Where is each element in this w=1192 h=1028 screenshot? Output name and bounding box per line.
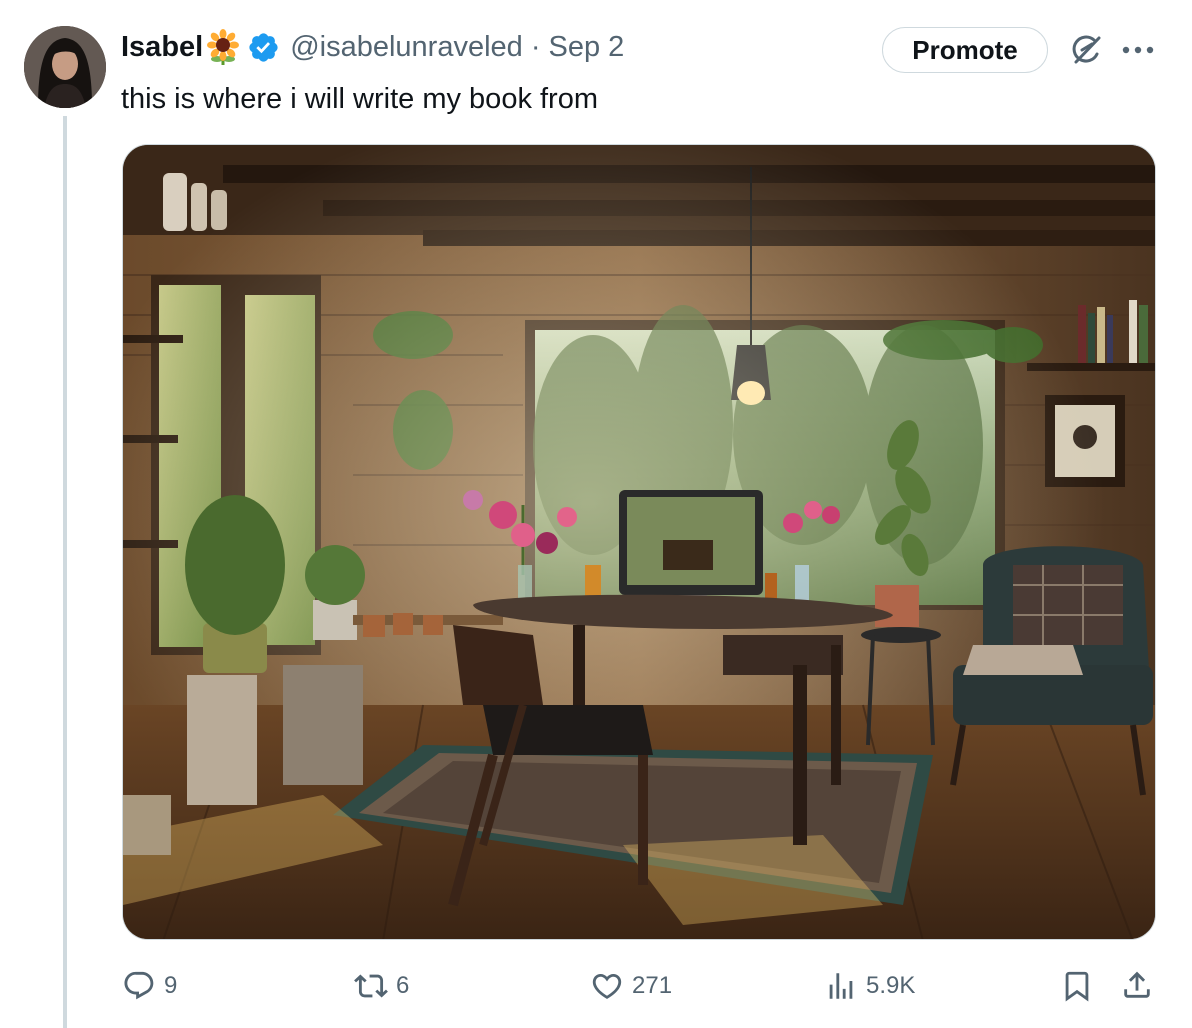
tweet-header: Isabel @isabelunraveled · Sep 2 xyxy=(121,28,624,66)
cabin-room-illustration xyxy=(123,145,1155,939)
views-button[interactable]: 5.9K xyxy=(824,966,915,1006)
share-icon[interactable] xyxy=(1120,966,1154,1004)
tweet-date[interactable]: Sep 2 xyxy=(548,31,624,64)
avatar[interactable] xyxy=(24,26,106,108)
repost-count: 6 xyxy=(396,972,410,999)
separator-dot: · xyxy=(530,30,541,63)
sunflower-emoji-icon xyxy=(205,29,241,65)
user-handle[interactable]: @isabelunraveled xyxy=(290,31,523,64)
views-icon xyxy=(829,973,853,999)
bookmark-icon[interactable] xyxy=(1060,968,1094,1004)
reply-icon xyxy=(124,971,154,1000)
tweet-text: this is where i will write my book from xyxy=(121,83,598,115)
promote-button[interactable]: Promote xyxy=(882,27,1048,73)
reply-count: 9 xyxy=(164,972,178,999)
heart-icon xyxy=(592,973,622,999)
verified-badge-icon[interactable] xyxy=(247,31,280,64)
display-name[interactable]: Isabel xyxy=(121,31,203,64)
avatar-image xyxy=(24,26,106,108)
like-button[interactable]: 271 xyxy=(590,966,672,1006)
views-count: 5.9K xyxy=(866,972,916,999)
repost-icon xyxy=(354,974,388,998)
reply-button[interactable]: 9 xyxy=(122,966,177,1006)
more-icon[interactable] xyxy=(1120,38,1156,62)
tweet-media-image[interactable] xyxy=(122,144,1156,940)
like-count: 271 xyxy=(632,972,673,999)
grok-icon[interactable] xyxy=(1066,30,1106,70)
repost-button[interactable]: 6 xyxy=(354,966,409,1006)
thread-line xyxy=(63,116,67,1028)
